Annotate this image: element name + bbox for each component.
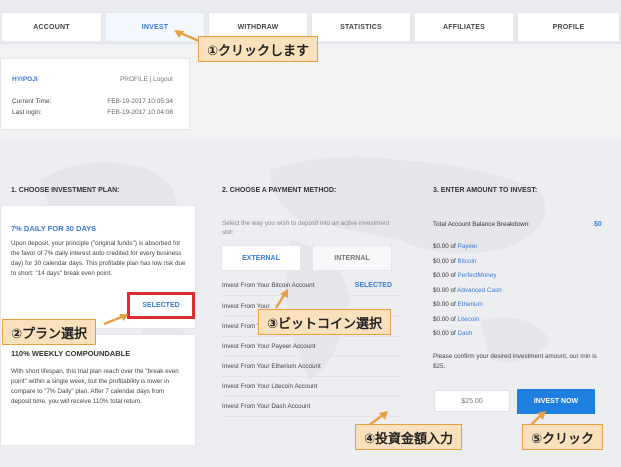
balance-amount: $0.00 of xyxy=(433,272,456,279)
balance-breakdown-value: $0 xyxy=(594,221,602,228)
balance-amount: $0.00 of xyxy=(433,287,456,294)
payment-method-payeer[interactable]: Invest From Your Payeer Account xyxy=(222,337,400,357)
arrow-step3 xyxy=(274,289,288,309)
last-login-value: FEB-19-2017 10:04:08 xyxy=(107,109,173,116)
payment-heading: 2. CHOOSE A PAYMENT METHOD: xyxy=(222,187,337,194)
amount-heading: 3. ENTER AMOUNT TO INVEST: xyxy=(433,187,538,194)
link-separator: | xyxy=(149,76,152,83)
balance-breakdown-label: Total Account Balance Breakdown: xyxy=(433,221,530,228)
payment-method-litecoin[interactable]: Invest From Your Litecoin Account xyxy=(222,377,400,397)
plan-title: 110% WEEKLY COMPOUNDABLE xyxy=(11,349,131,358)
callout-step3: ③ビットコイン選択 xyxy=(258,309,392,335)
balance-amount: $0.00 of xyxy=(433,258,456,265)
payment-method-label: Invest From Your Litecoin Account xyxy=(222,383,318,390)
callout-step5: ⑤クリック xyxy=(522,424,604,450)
current-time-value: FEB-19-2017 10:05:34 xyxy=(107,98,173,105)
payment-method-label: Invest From Your Payeer Account xyxy=(222,343,316,350)
payment-selected-label: SELECTED xyxy=(354,282,392,289)
balance-amount: $0.00 of xyxy=(433,243,456,250)
balance-row: $0.00 of Dash xyxy=(433,330,472,337)
balance-currency[interactable]: Payeer xyxy=(458,243,478,250)
balance-currency[interactable]: Etherium xyxy=(458,301,483,308)
nav-affiliates[interactable]: AFFILIATES xyxy=(414,12,514,42)
payment-method-label: Invest From Your Etherium Account xyxy=(222,363,321,370)
callout-step1: ①クリックします xyxy=(198,36,319,62)
amount-input[interactable] xyxy=(434,390,510,412)
plan-heading: 1. CHOOSE INVESTMENT PLAN: xyxy=(11,187,120,194)
plan-selected-button[interactable]: SELECTED xyxy=(127,292,195,319)
payment-method-label: Invest From Your Dash Account xyxy=(222,403,311,410)
balance-currency[interactable]: Bitcoin xyxy=(458,258,477,265)
current-time-label: Current Time: xyxy=(12,98,52,105)
callout-step4: ④投資金額入力 xyxy=(355,424,463,450)
plan-card-weekly[interactable]: 110% WEEKLY COMPOUNDABLE With short life… xyxy=(0,334,196,446)
plan-description: With short lifespan, this trial plan rea… xyxy=(11,368,179,405)
nav-account[interactable]: ACCOUNT xyxy=(1,12,102,42)
balance-row: $0.00 of Advanced Cash xyxy=(433,287,502,294)
callout-step2: ②プラン選択 xyxy=(2,319,97,345)
balance-currency[interactable]: Advanced Cash xyxy=(457,287,501,294)
confirm-text: Please confirm your desired investment a… xyxy=(433,353,597,370)
balance-row: $0.00 of PerfectMoney xyxy=(433,272,496,279)
username: HYIPOJI xyxy=(12,76,38,83)
profile-link[interactable]: PROFILE xyxy=(120,76,148,83)
balance-row: $0.00 of Bitcoin xyxy=(433,258,476,265)
tab-internal[interactable]: INTERNAL xyxy=(312,245,392,271)
payment-description: Select the way you wish to deposit into … xyxy=(222,220,390,236)
balance-currency[interactable]: Litecoin xyxy=(458,316,480,323)
balance-amount: $0.00 of xyxy=(433,330,456,337)
balance-currency[interactable]: Dash xyxy=(458,330,473,337)
plan-title: 7% DAILY FOR 30 DAYS xyxy=(11,224,97,233)
plan-description: Upon deposit, your principle ("original … xyxy=(11,240,186,277)
user-links: PROFILE | Logout xyxy=(120,76,173,83)
balance-amount: $0.00 of xyxy=(433,316,456,323)
balance-currency[interactable]: PerfectMoney xyxy=(458,272,497,279)
payment-method-etherium[interactable]: Invest From Your Etherium Account xyxy=(222,357,400,377)
arrow-step2 xyxy=(103,314,128,326)
logout-link[interactable]: Logout xyxy=(153,76,173,83)
payment-method-bitcoin[interactable]: Invest From Your Bitcoin Account SELECTE… xyxy=(222,276,400,296)
tab-external[interactable]: EXTERNAL xyxy=(221,245,301,271)
balance-row: $0.00 of Litecoin xyxy=(433,316,479,323)
nav-profile[interactable]: PROFILE xyxy=(517,12,620,42)
nav-statistics[interactable]: STATISTICS xyxy=(311,12,411,42)
balance-row: $0.00 of Payeer xyxy=(433,243,477,250)
last-login-label: Last login: xyxy=(12,109,42,116)
user-info-panel: HYIPOJI PROFILE | Logout Current Time: F… xyxy=(0,58,190,130)
balance-row: $0.00 of Etherium xyxy=(433,301,483,308)
balance-amount: $0.00 of xyxy=(433,301,456,308)
